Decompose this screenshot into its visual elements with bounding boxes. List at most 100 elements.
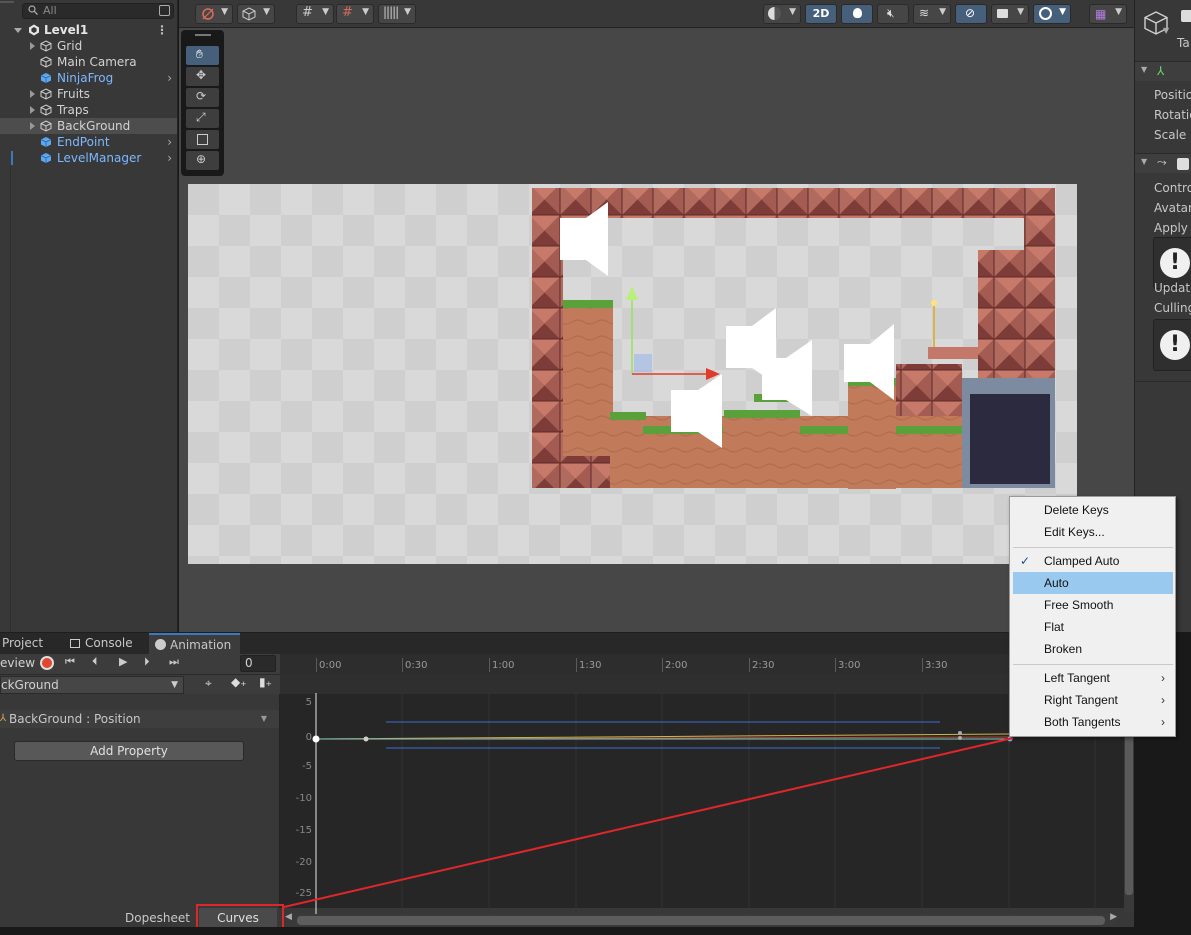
active-checkbox[interactable] [1181, 10, 1191, 22]
timeline-tick: 2:00 [665, 660, 688, 671]
prev-keyframe-button[interactable]: ⏴︎ [92, 655, 98, 669]
overlay-dropdown[interactable]: ▦ ▼ [1089, 4, 1127, 24]
effects-dropdown[interactable]: ≋ ▼ [913, 4, 951, 24]
scene-root-row[interactable]: Level1 ⋮ [0, 22, 177, 38]
tab-project[interactable]: Project [0, 633, 49, 654]
timeline-ruler[interactable]: 0:00 0:30 1:00 1:30 2:00 2:30 3:00 3:30 [280, 654, 1134, 674]
menu-item-left-tangent[interactable]: Left Tangent › [1013, 667, 1173, 689]
add-property-button[interactable]: Add Property [14, 741, 244, 761]
frame-input[interactable]: 0 [240, 655, 276, 672]
menu-item-edit-keys[interactable]: Edit Keys... [1013, 521, 1173, 543]
camera-dropdown[interactable]: ▼ [991, 4, 1029, 24]
menu-item-flat[interactable]: Flat [1013, 616, 1173, 638]
play-button[interactable]: ▶ [119, 655, 127, 668]
keyframe[interactable] [958, 731, 962, 735]
add-keyframe-icon[interactable]: ◆₊ [231, 675, 247, 689]
property-options-icon[interactable]: ▼ [261, 710, 267, 728]
filter-by-selection-icon[interactable]: ⌖ [205, 676, 212, 691]
tab-animation[interactable]: Animation [149, 633, 240, 654]
chevron-right-icon[interactable]: › [167, 70, 172, 86]
icon-dropdown-arrow[interactable]: ▼ [1163, 26, 1169, 35]
menu-item-free-smooth[interactable]: Free Smooth [1013, 594, 1173, 616]
keyframe[interactable] [958, 736, 962, 740]
foldout-arrow-icon[interactable] [30, 90, 35, 98]
record-button[interactable] [40, 656, 54, 670]
hierarchy-item-levelmanager[interactable]: LevelManager › [0, 150, 177, 166]
hierarchy-item-background[interactable]: BackGround [0, 118, 177, 134]
apply-root-motion-label: Apply I [1154, 221, 1191, 235]
scroll-left-icon[interactable]: ◀ [285, 912, 292, 922]
clip-dropdown[interactable]: ckGround ▼ [0, 676, 184, 694]
grid-snap-dropdown[interactable]: # ▼ [296, 4, 334, 24]
move-tool-icon [202, 8, 214, 20]
hierarchy-item-grid[interactable]: Grid [0, 38, 177, 54]
hand-tool-button[interactable]: ✋︎ [186, 46, 219, 65]
tool-palette: ✋︎ ✥ ⟳ ⤢ ⊕ [181, 30, 224, 176]
foldout-arrow-icon[interactable] [14, 28, 22, 33]
tab-console[interactable]: Console [64, 633, 139, 654]
scale-tool-button[interactable]: ⤢ [186, 109, 219, 128]
search-by-type-icon[interactable] [159, 5, 170, 16]
dopesheet-button[interactable]: Dopesheet [120, 908, 195, 929]
scroll-right-icon[interactable]: ▶ [1110, 912, 1117, 922]
last-keyframe-button[interactable]: ⏭ [169, 655, 179, 669]
hierarchy-search-input[interactable]: All [22, 3, 174, 19]
ruler-dropdown[interactable]: ||||| ▼ [378, 4, 416, 24]
curve-graph[interactable] [280, 693, 1125, 914]
keyframe[interactable] [312, 735, 320, 743]
menu-item-auto[interactable]: Auto [1013, 572, 1173, 594]
chevron-right-icon[interactable]: › [167, 134, 172, 150]
menu-item-broken[interactable]: Broken [1013, 638, 1173, 660]
curve-horizontal-scroll-thumb[interactable] [297, 916, 1105, 925]
move-tool-button[interactable]: ✥ [186, 67, 219, 86]
hierarchy-item-traps[interactable]: Traps [0, 102, 177, 118]
hierarchy-item-endpoint[interactable]: EndPoint › [0, 134, 177, 150]
property-row[interactable]: ⅄ BackGround : Position ▼ [0, 710, 279, 728]
audio-mute-icon: 🔇︎ [887, 6, 895, 20]
audio-toggle[interactable]: 🔇︎ [877, 4, 909, 24]
foldout-arrow-icon[interactable] [30, 42, 35, 50]
lighting-toggle[interactable] [841, 4, 873, 24]
keyframe[interactable] [1007, 736, 1013, 742]
hierarchy-item-ninjafrog[interactable]: NinjaFrog › [0, 70, 177, 86]
first-keyframe-button[interactable]: ⏮ [65, 655, 75, 669]
hierarchy-item-label: Traps [57, 103, 89, 117]
next-keyframe-button[interactable]: ⏵︎ [144, 655, 150, 669]
scene-game-frame[interactable] [188, 184, 1077, 564]
menu-item-clamped-auto[interactable]: ✓ Clamped Auto [1013, 550, 1173, 572]
add-event-icon[interactable]: ▮₊ [259, 675, 272, 689]
tool-handle-dropdown[interactable]: ▼ [195, 4, 233, 24]
culling-mode-label: Culling [1154, 301, 1191, 315]
y-axis-label: -15 [295, 825, 312, 836]
chevron-right-icon[interactable]: › [167, 150, 172, 166]
menu-item-right-tangent[interactable]: Right Tangent › [1013, 689, 1173, 711]
transform-component-header[interactable]: ▼ ⅄ [1135, 61, 1191, 81]
hierarchy-item-fruits[interactable]: Fruits [0, 86, 177, 102]
foldout-arrow-icon[interactable]: ▼ [1141, 65, 1147, 74]
keyframe[interactable] [363, 736, 369, 742]
rect-tool-button[interactable] [186, 130, 219, 149]
menu-item-delete-keys[interactable]: Delete Keys [1013, 499, 1173, 521]
pivot-dropdown[interactable]: ▼ [237, 4, 275, 24]
transform-tool-button[interactable]: ⊕ [186, 151, 219, 170]
grid-snap-icon: # [302, 5, 313, 20]
draw-mode-dropdown[interactable]: ▼ [763, 4, 801, 24]
preview-toggle[interactable]: eview [0, 656, 35, 670]
scene-visibility-toggle[interactable]: ⊘ [955, 4, 987, 24]
animator-component-header[interactable]: ▼ ⤳ [1135, 153, 1191, 173]
menu-item-label: Free Smooth [1044, 598, 1114, 612]
component-enabled-checkbox[interactable] [1177, 158, 1189, 170]
menu-item-both-tangents[interactable]: Both Tangents › [1013, 711, 1173, 733]
hierarchy-item-main-camera[interactable]: Main Camera [0, 54, 177, 70]
increment-snap-dropdown[interactable]: # ▼ [336, 4, 374, 24]
increment-snap-icon: # [342, 5, 353, 20]
foldout-arrow-icon[interactable] [30, 106, 35, 114]
rotate-tool-button[interactable]: ⟳ [186, 88, 219, 107]
palette-grip[interactable] [195, 34, 211, 36]
transform-icon: ⅄ [0, 713, 7, 724]
foldout-arrow-icon[interactable]: ▼ [1141, 157, 1147, 166]
foldout-arrow-icon[interactable] [30, 122, 35, 130]
2d-mode-toggle[interactable]: 2D [805, 4, 837, 24]
scene-menu-icon[interactable]: ⋮ [156, 22, 168, 38]
gizmos-dropdown[interactable]: ▼ [1033, 4, 1071, 24]
